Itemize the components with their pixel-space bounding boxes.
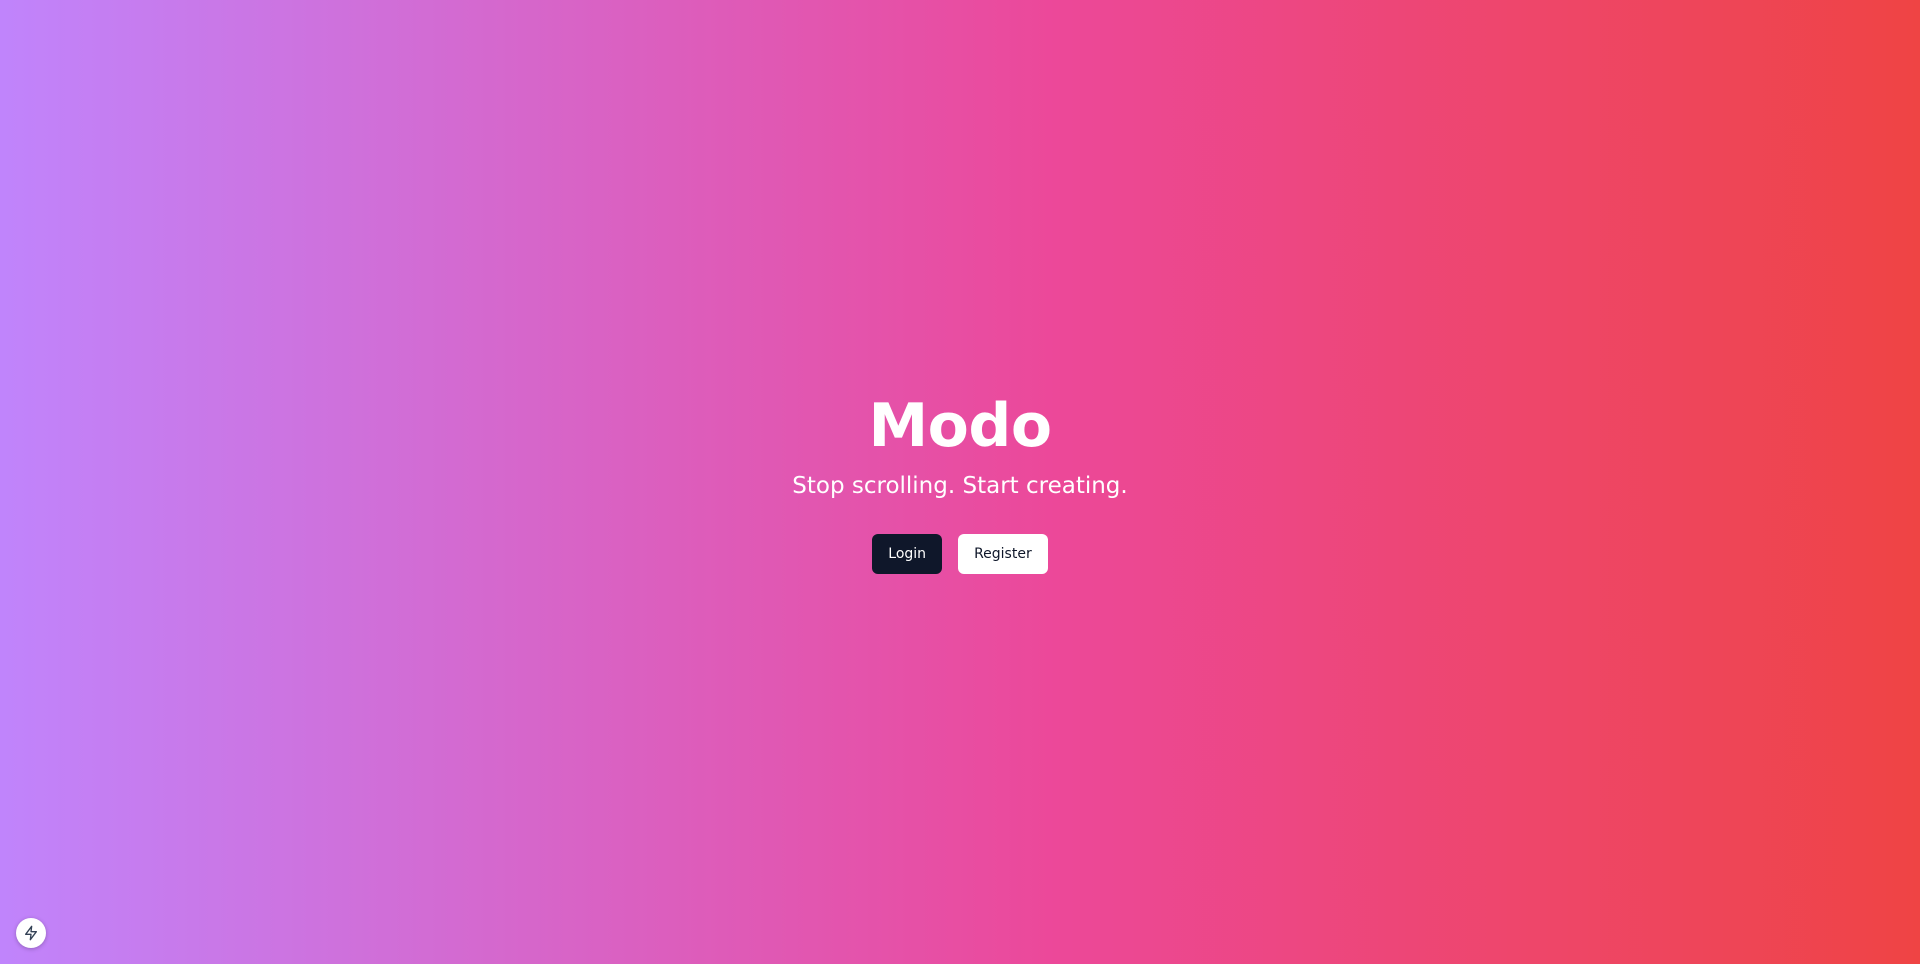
- dev-tools-button[interactable]: [16, 918, 46, 948]
- login-button[interactable]: Login: [872, 534, 943, 574]
- register-button[interactable]: Register: [958, 534, 1048, 574]
- tagline: Stop scrolling. Start creating.: [792, 473, 1128, 499]
- lightning-bolt-icon: [25, 925, 37, 941]
- app-title: Modo: [868, 391, 1052, 461]
- auth-actions: Login Register: [872, 534, 1048, 574]
- hero-section: Modo Stop scrolling. Start creating. Log…: [0, 0, 1920, 964]
